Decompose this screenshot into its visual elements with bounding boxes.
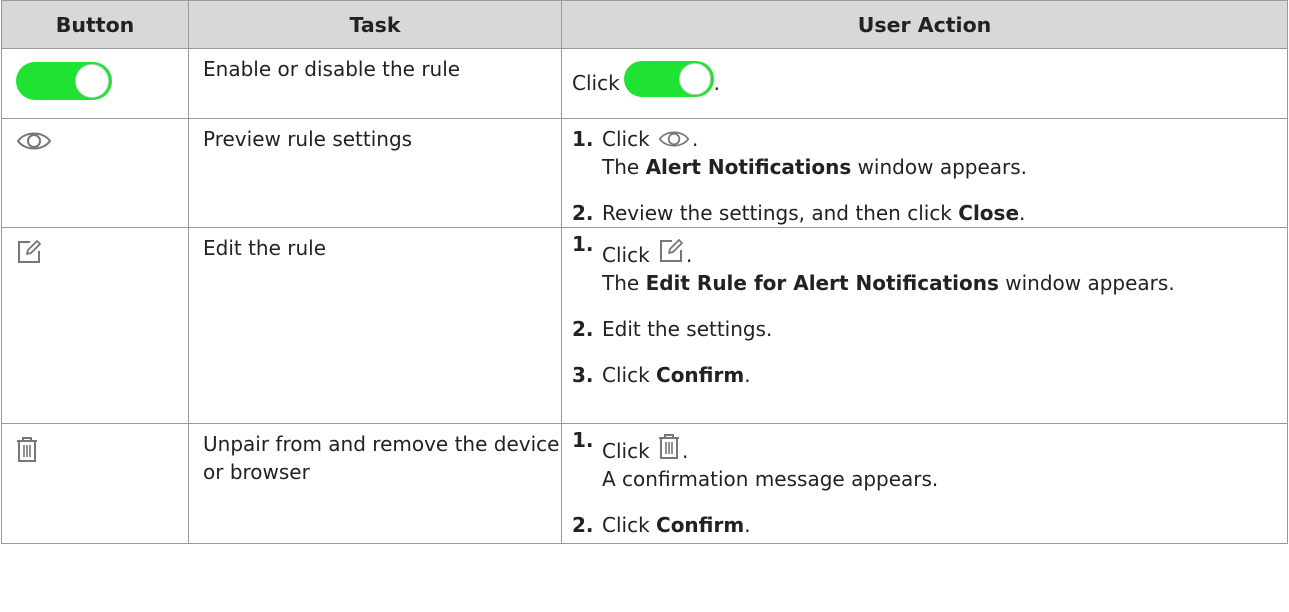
- eye-icon: [16, 132, 52, 149]
- step-item: 2. Review the settings, and then click C…: [572, 199, 1287, 227]
- step-click-text: Click: [602, 243, 650, 267]
- step-item: 1. Click . The Alert Notifications windo…: [572, 125, 1287, 181]
- step-result-suffix: window appears.: [857, 155, 1028, 179]
- step-number: 2.: [572, 317, 594, 341]
- step-number: 1.: [572, 428, 594, 452]
- task-cell: Enable or disable the rule: [188, 48, 562, 119]
- task-text: Preview rule settings: [203, 127, 413, 151]
- header-user-action: User Action: [561, 0, 1288, 49]
- user-action-table: Button Task User Action Enable or disabl…: [1, 0, 1288, 544]
- task-cell: Edit the rule: [188, 227, 562, 424]
- step-text: Click: [602, 363, 650, 387]
- task-cell: Unpair from and remove the device or bro…: [188, 423, 562, 544]
- step-bold-text: Confirm: [656, 513, 745, 537]
- button-cell: [1, 423, 189, 544]
- button-cell: [1, 118, 189, 228]
- step-result-line: A confirmation message appears.: [602, 467, 939, 491]
- action-cell: 1. Click . A confirmation message appear…: [561, 423, 1288, 544]
- action-cell: 1. Click . The Edit Rule for Alert Notif…: [561, 227, 1288, 424]
- task-cell: Preview rule settings: [188, 118, 562, 228]
- step-click-text: Click: [602, 439, 650, 463]
- step-number: 1.: [572, 127, 594, 151]
- table-row: Preview rule settings 1. Click . The Ale…: [1, 118, 1288, 228]
- step-number: 3.: [572, 363, 594, 387]
- action-click-text: Click: [572, 71, 620, 95]
- step-result-line: The Alert Notifications window appears.: [602, 153, 1287, 181]
- step-end: .: [744, 513, 751, 537]
- step-bold-text: Close: [958, 201, 1020, 225]
- step-number: 1.: [572, 232, 594, 256]
- trash-icon: [17, 436, 37, 462]
- step-period: .: [686, 243, 693, 267]
- toggle-switch-icon: [16, 62, 112, 100]
- step-click-text: Click: [602, 127, 650, 151]
- step-number: 2.: [572, 513, 594, 537]
- step-item: 3. Click Confirm.: [572, 361, 1287, 389]
- table-row: Unpair from and remove the device or bro…: [1, 423, 1288, 544]
- step-result-prefix: The: [602, 155, 640, 179]
- task-text: Edit the rule: [203, 236, 327, 260]
- steps-list: 1. Click . The Edit Rule for Alert Notif…: [572, 232, 1287, 389]
- step-item: 1. Click . The Edit Rule for Alert Notif…: [572, 232, 1287, 297]
- step-period: .: [682, 439, 689, 463]
- step-end: .: [1019, 201, 1026, 225]
- action-period: .: [713, 71, 721, 95]
- table-row: Enable or disable the rule Click.: [1, 48, 1288, 119]
- eye-icon: [658, 131, 690, 147]
- step-text: Review the settings, and then click: [602, 201, 952, 225]
- step-result-line: The Edit Rule for Alert Notifications wi…: [602, 269, 1287, 297]
- step-number: 2.: [572, 201, 594, 225]
- step-text: Click: [602, 513, 650, 537]
- action-cell: 1. Click . The Alert Notifications windo…: [561, 118, 1288, 228]
- button-cell: [1, 48, 189, 119]
- edit-icon: [660, 239, 683, 262]
- step-item: 1. Click . A confirmation message appear…: [572, 428, 1287, 493]
- toggle-switch-icon: [623, 61, 714, 97]
- trash-icon: [659, 434, 680, 459]
- task-text: Enable or disable the rule: [203, 57, 461, 81]
- step-bold-text: Confirm: [656, 363, 745, 387]
- steps-list: 1. Click . A confirmation message appear…: [572, 428, 1287, 539]
- step-item: 2. Edit the settings.: [572, 315, 1287, 343]
- header-row: Button Task User Action: [1, 0, 1288, 49]
- action-cell: Click.: [561, 48, 1288, 119]
- edit-icon: [18, 239, 41, 263]
- task-text: Unpair from and remove the device or bro…: [203, 432, 560, 484]
- header-button: Button: [1, 0, 189, 49]
- step-end: .: [744, 363, 751, 387]
- table-row: Edit the rule 1. Click . The Edit Rule f…: [1, 227, 1288, 424]
- steps-list: 1. Click . The Alert Notifications windo…: [572, 125, 1287, 227]
- window-name: Edit Rule for Alert Notifications: [645, 271, 999, 295]
- step-result-prefix: The: [602, 271, 640, 295]
- window-name: Alert Notifications: [645, 155, 852, 179]
- step-item: 2. Click Confirm.: [572, 511, 1287, 539]
- step-result-suffix: window appears.: [1005, 271, 1175, 295]
- button-cell: [1, 227, 189, 424]
- step-period: .: [692, 127, 699, 151]
- step-text: Edit the settings.: [602, 317, 773, 341]
- header-task: Task: [188, 0, 562, 49]
